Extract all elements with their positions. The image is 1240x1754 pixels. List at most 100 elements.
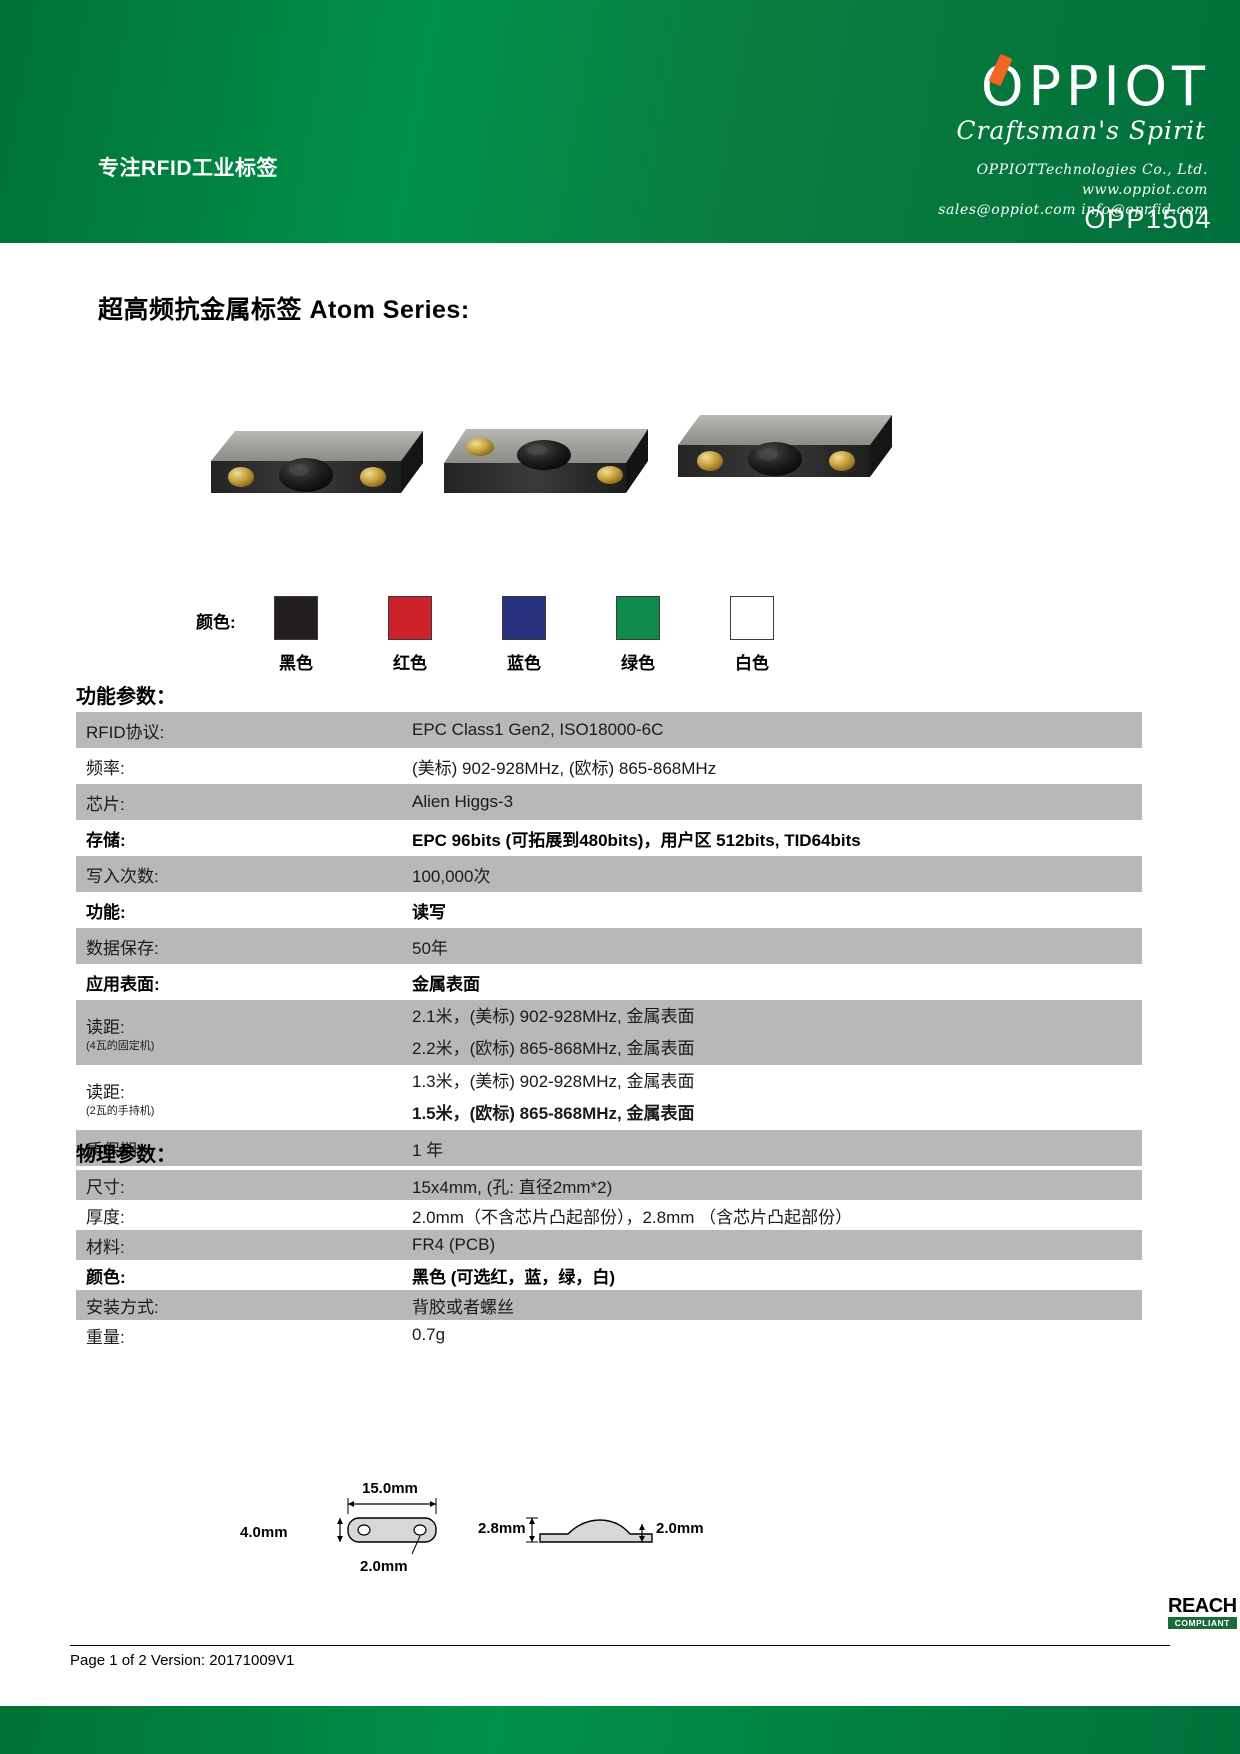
functional-params-heading: 功能参数： [76,686,176,708]
model-number: OPP1504 [1084,204,1212,234]
spec-value: EPC 96bits (可拓展到480bits)，用户区 512bits, TI… [402,820,1142,856]
spec-key: 频率: [76,748,402,784]
spec-key: 存储: [76,820,402,856]
footer-divider [70,1645,1170,1646]
spec-value: 15x4mm, (孔: 直径2mm*2) [402,1170,1142,1200]
swatch-label: 绿色 [621,654,655,673]
reach-compliant-icon: REACH COMPLIANT [1168,1596,1237,1629]
company-website: www.oppiot.com [1081,181,1208,198]
swatch-chip [616,596,660,640]
spec-key: 功能: [76,892,402,928]
spec-value: EPC Class1 Gen2, ISO18000-6C [402,712,1142,748]
spec-key: 厚度: [76,1200,402,1230]
dim-length-label: 15.0mm [362,1480,418,1497]
read-distance-line-1: 1.3米，(美标) 902-928MHz, 金属表面 [412,1072,695,1092]
read-distance-note: (2瓦的手持机) [86,1104,155,1117]
read-distance-line-2: 2.2米，(欧标) 865-868MHz, 金属表面 [412,1038,695,1058]
swatch-chip [274,596,318,640]
spec-key: 读距: (2瓦的手持机) [76,1065,402,1130]
color-swatch-red[interactable]: 红色 [388,596,432,674]
product-photo-illustration [211,415,892,493]
table-row: 功能: 读写 [76,892,1142,928]
table-row: 芯片: Alien Higgs-3 [76,784,1142,820]
read-distance-line-1: 2.1米，(美标) 902-928MHz, 金属表面 [412,1007,695,1027]
color-options: 颜色: 黑色 红色 蓝色 绿色 白色 [196,596,816,674]
header-tagline: 专注RFID工业标签 [98,157,278,180]
dim-width-label: 4.0mm [240,1524,288,1541]
spec-value: 50年 [402,928,1142,964]
dim-thickness-chip-label: 2.8mm [478,1520,526,1537]
spec-value: 1 年 [402,1130,1142,1166]
page-title: 超高频抗金属标签 Atom Series: [98,296,470,324]
table-row: 颜色: 黑色 (可选红，蓝，绿，白) [76,1260,1142,1290]
dimension-diagram: 15.0mm 4.0mm 2.0mm 2.8mm 2.0mm [240,1480,860,1590]
spec-value: FR4 (PCB) [402,1230,1142,1260]
colors-label: 颜色: [196,613,236,632]
table-row: 写入次数: 100,000次 [76,856,1142,892]
reach-sublabel: COMPLIANT [1168,1617,1237,1629]
table-row: 重量: 0.7g [76,1320,1142,1350]
table-row: 质保期: 1 年 [76,1130,1142,1166]
read-distance-label: 读距: [86,1017,125,1037]
functional-params-table: RFID协议: EPC Class1 Gen2, ISO18000-6C 频率: (美… [76,712,1142,1166]
physical-params-heading: 物理参数： [76,1144,176,1166]
swatch-label: 蓝色 [507,654,541,673]
color-swatch-green[interactable]: 绿色 [616,596,660,674]
table-row: 尺寸: 15x4mm, (孔: 直径2mm*2) [76,1170,1142,1200]
swatch-label: 白色 [735,654,769,673]
color-swatch-black[interactable]: 黑色 [274,596,318,674]
spec-value: 100,000次 [402,856,1142,892]
spec-value: (美标) 902-928MHz, (欧标) 865-868MHz [402,748,1142,784]
swatch-label: 红色 [393,654,427,673]
spec-key: 颜色: [76,1260,402,1290]
color-swatch-blue[interactable]: 蓝色 [502,596,546,674]
table-row: 材料: FR4 (PCB) [76,1230,1142,1260]
spec-key: 写入次数: [76,856,402,892]
spec-value: 背胶或者螺丝 [402,1290,1142,1320]
spec-key: 应用表面: [76,964,402,1000]
table-row: 安装方式: 背胶或者螺丝 [76,1290,1142,1320]
read-distance-label: 读距: [86,1082,125,1102]
swatch-label: 黑色 [279,654,313,673]
spec-key: 芯片: [76,784,402,820]
spec-value: Alien Higgs-3 [402,784,1142,820]
spec-value: 读写 [402,892,1142,928]
spec-value: 金属表面 [402,964,1142,1000]
table-row: 频率: (美标) 902-928MHz, (欧标) 865-868MHz [76,748,1142,784]
read-distance-note: (4瓦的固定机) [86,1039,155,1052]
dimension-drawing [337,1498,653,1555]
spec-key: RFID协议: [76,712,402,748]
company-logo: OPPIOT Craftsman's Spirit OPPIOTTechnolo… [792,53,1212,221]
logo-slogan: Craftsman's Spirit [956,116,1206,145]
table-row: 数据保存: 50年 [76,928,1142,964]
spec-key: 材料: [76,1230,402,1260]
reach-label: REACH [1168,1595,1237,1617]
table-row-read-distance: 读距: (2瓦的手持机) 1.3米，(美标) 902-928MHz, 金属表面 1.5… [76,1065,1142,1130]
spec-value: 黑色 (可选红，蓝，绿，白) [402,1260,1142,1290]
table-row: 厚度: 2.0mm（不含芯片凸起部份），2.8mm （含芯片凸起部份） [76,1200,1142,1230]
spec-key: 重量: [76,1320,402,1350]
product-photo [150,395,950,560]
dim-thickness-base-label: 2.0mm [656,1520,704,1537]
swatch-chip [388,596,432,640]
physical-params-table: 尺寸: 15x4mm, (孔: 直径2mm*2) 厚度: 2.0mm（不含芯片凸起部份… [76,1170,1142,1350]
logo-wordmark-text: OPPIOT [981,53,1212,114]
swatch-chip [502,596,546,640]
footer-green-band [0,1706,1240,1754]
spec-value: 2.0mm（不含芯片凸起部份），2.8mm （含芯片凸起部份） [402,1200,1142,1230]
table-row: 应用表面: 金属表面 [76,964,1142,1000]
color-swatch-white[interactable]: 白色 [730,596,774,674]
spec-key: 尺寸: [76,1170,402,1200]
spec-key: 安装方式: [76,1290,402,1320]
table-row: 存储: EPC 96bits (可拓展到480bits)，用户区 512bits,… [76,820,1142,856]
read-distance-line-2: 1.5米，(欧标) 865-868MHz, 金属表面 [412,1103,695,1123]
footer-page-info: Page 1 of 2 Version: 20171009V1 [70,1652,295,1669]
company-name: OPPIOTTechnologies Co., Ltd. [976,162,1208,178]
page-header: 专注RFID工业标签 OPPIOT Craftsman's Spirit OPP… [0,0,1240,243]
dim-hole-label: 2.0mm [360,1558,408,1575]
swatch-chip [730,596,774,640]
table-row: RFID协议: EPC Class1 Gen2, ISO18000-6C [76,712,1142,748]
table-row-read-distance: 读距: (4瓦的固定机) 2.1米，(美标) 902-928MHz, 金属表面 2.2… [76,1000,1142,1065]
logo-name: OPPIOT [980,55,1210,118]
spec-value: 1.3米，(美标) 902-928MHz, 金属表面 1.5米，(欧标) 865-… [402,1065,1142,1130]
